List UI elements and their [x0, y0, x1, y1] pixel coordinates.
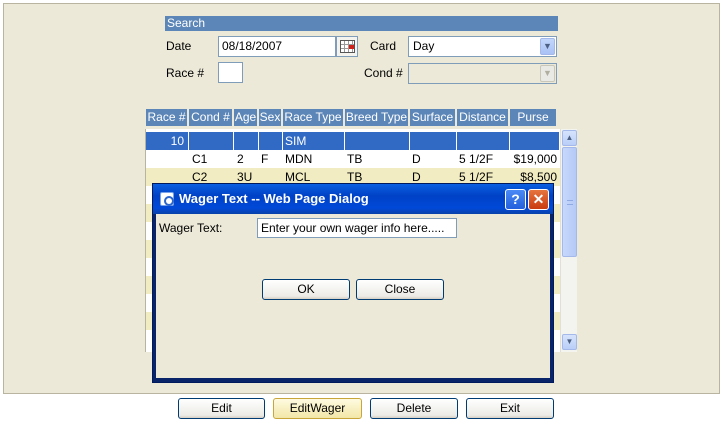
scroll-thumb[interactable]	[562, 147, 577, 257]
wager-text-label: Wager Text:	[159, 221, 223, 235]
cell-surface	[410, 132, 457, 150]
col-surface[interactable]: Surface	[410, 109, 455, 126]
cell-purse	[510, 132, 560, 150]
close-icon[interactable]: ✕	[528, 189, 549, 210]
help-button[interactable]: ?	[505, 189, 526, 210]
cell-race-type: SIM	[283, 132, 345, 150]
table-scrollbar[interactable]: ▲ ▼	[560, 129, 577, 352]
ok-button[interactable]: OK	[262, 279, 350, 300]
cell-surface: D	[412, 152, 421, 166]
col-cond[interactable]: Cond #	[189, 109, 232, 126]
cond-label: Cond #	[364, 66, 403, 80]
dialog-body: Wager Text: Enter your own wager info he…	[156, 214, 550, 378]
col-sex[interactable]: Sex	[259, 109, 281, 126]
calendar-icon[interactable]	[336, 36, 358, 57]
edit-button[interactable]: Edit	[178, 398, 265, 419]
chevron-up-icon[interactable]: ▲	[562, 130, 577, 146]
col-age[interactable]: Age	[234, 109, 257, 126]
cell-age: 2	[237, 152, 244, 166]
card-label: Card	[370, 39, 397, 53]
cell-distance	[457, 132, 510, 150]
delete-button[interactable]: Delete	[370, 398, 458, 419]
cell-purse: $19,000	[513, 152, 557, 166]
cell-distance: 5 1/2F	[459, 152, 494, 166]
date-input[interactable]: 08/18/2007	[218, 36, 336, 57]
table-row[interactable]: 10 SIM	[146, 132, 560, 150]
col-breed-type[interactable]: Breed Type	[345, 109, 408, 126]
date-label: Date	[166, 39, 192, 53]
dialog-title-bar[interactable]: Wager Text -- Web Page Dialog ? ✕	[153, 184, 553, 214]
cell-age	[234, 132, 259, 150]
edit-wager-button[interactable]: EditWager	[273, 398, 362, 419]
cell-sex: F	[261, 152, 269, 166]
race-input[interactable]	[218, 62, 243, 83]
col-race[interactable]: Race #	[146, 109, 187, 126]
cond-select[interactable]: ▼	[408, 63, 557, 84]
web-page-icon	[160, 192, 174, 206]
cell-cond: C1	[192, 152, 208, 166]
cell-breed: TB	[347, 152, 363, 166]
cell-breed	[345, 132, 410, 150]
cell-race	[146, 150, 189, 168]
dialog-close-button[interactable]: Close	[356, 279, 444, 300]
cell-sex	[259, 132, 283, 150]
search-header: Search	[165, 16, 558, 31]
table-row[interactable]: C1 2 F MDN TB D 5 1/2F $19,000	[146, 150, 560, 168]
wager-dialog: Wager Text -- Web Page Dialog ? ✕ Wager …	[152, 183, 554, 383]
wager-text-input[interactable]: Enter your own wager info here.....	[257, 218, 457, 238]
cell-race-type: MDN	[285, 152, 313, 166]
card-select-value: Day	[413, 39, 435, 53]
chevron-down-icon[interactable]: ▼	[540, 65, 555, 82]
chevron-down-icon[interactable]: ▼	[562, 334, 577, 350]
cell-race: 10	[146, 132, 189, 150]
race-label: Race #	[166, 66, 205, 80]
chevron-down-icon[interactable]: ▼	[540, 38, 555, 55]
dialog-title: Wager Text -- Web Page Dialog	[179, 191, 369, 206]
cell-cond	[189, 132, 234, 150]
col-race-type[interactable]: Race Type	[283, 109, 343, 126]
card-select[interactable]: Day ▼	[408, 36, 557, 57]
exit-button[interactable]: Exit	[466, 398, 554, 419]
col-purse[interactable]: Purse	[510, 109, 556, 126]
col-distance[interactable]: Distance	[457, 109, 508, 126]
